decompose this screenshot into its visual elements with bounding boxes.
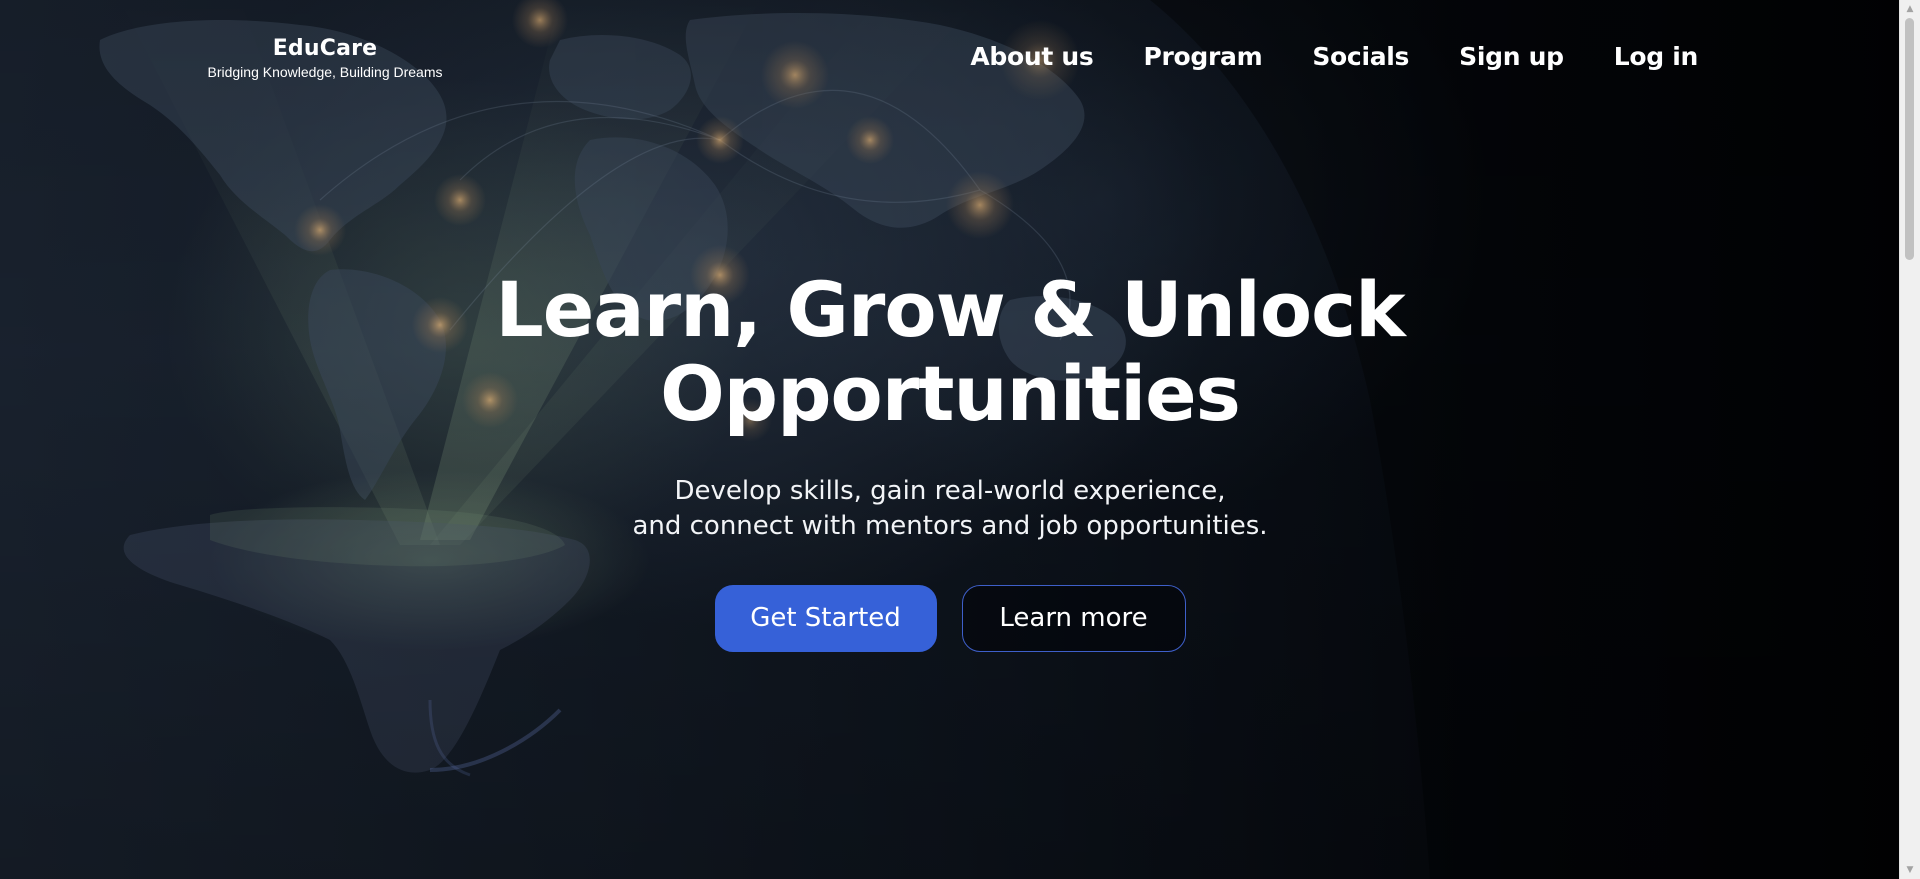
hero-actions: Get Started Learn more (0, 585, 1900, 652)
hero-title-line-1: Learn, Grow & Unlock (495, 265, 1405, 354)
hero-title-line-2: Opportunities (660, 349, 1241, 438)
scroll-up-arrow-icon[interactable]: ▲ (1900, 0, 1920, 18)
hero-section: Learn, Grow & Unlock Opportunities Devel… (0, 268, 1900, 652)
scroll-down-arrow-icon[interactable]: ▼ (1900, 861, 1920, 879)
nav-socials[interactable]: Socials (1312, 38, 1409, 76)
get-started-button[interactable]: Get Started (714, 585, 937, 652)
learn-more-button[interactable]: Learn more (961, 585, 1186, 652)
nav-about-us[interactable]: About us (970, 38, 1093, 76)
hero-subtitle: Develop skills, gain real-world experien… (600, 474, 1300, 544)
brand-name: EduCare (272, 36, 378, 61)
brand-tagline: Bridging Knowledge, Building Dreams (207, 64, 443, 80)
landing-page: EduCare Bridging Knowledge, Building Dre… (0, 0, 1920, 879)
scrollbar-thumb[interactable] (1905, 18, 1914, 260)
brand-logo[interactable]: EduCare Bridging Knowledge, Building Dre… (200, 36, 450, 81)
nav-program[interactable]: Program (1143, 38, 1262, 76)
hero-title: Learn, Grow & Unlock Opportunities (450, 268, 1450, 436)
main-nav: About us Program Socials Sign up Log in (970, 38, 1698, 76)
nav-sign-up[interactable]: Sign up (1459, 38, 1564, 76)
hero-subtitle-line-2: and connect with mentors and job opportu… (632, 511, 1268, 541)
page-scrollbar[interactable]: ▲ ▼ (1899, 0, 1920, 879)
nav-log-in[interactable]: Log in (1614, 38, 1699, 76)
hero-subtitle-line-1: Develop skills, gain real-world experien… (674, 476, 1226, 506)
